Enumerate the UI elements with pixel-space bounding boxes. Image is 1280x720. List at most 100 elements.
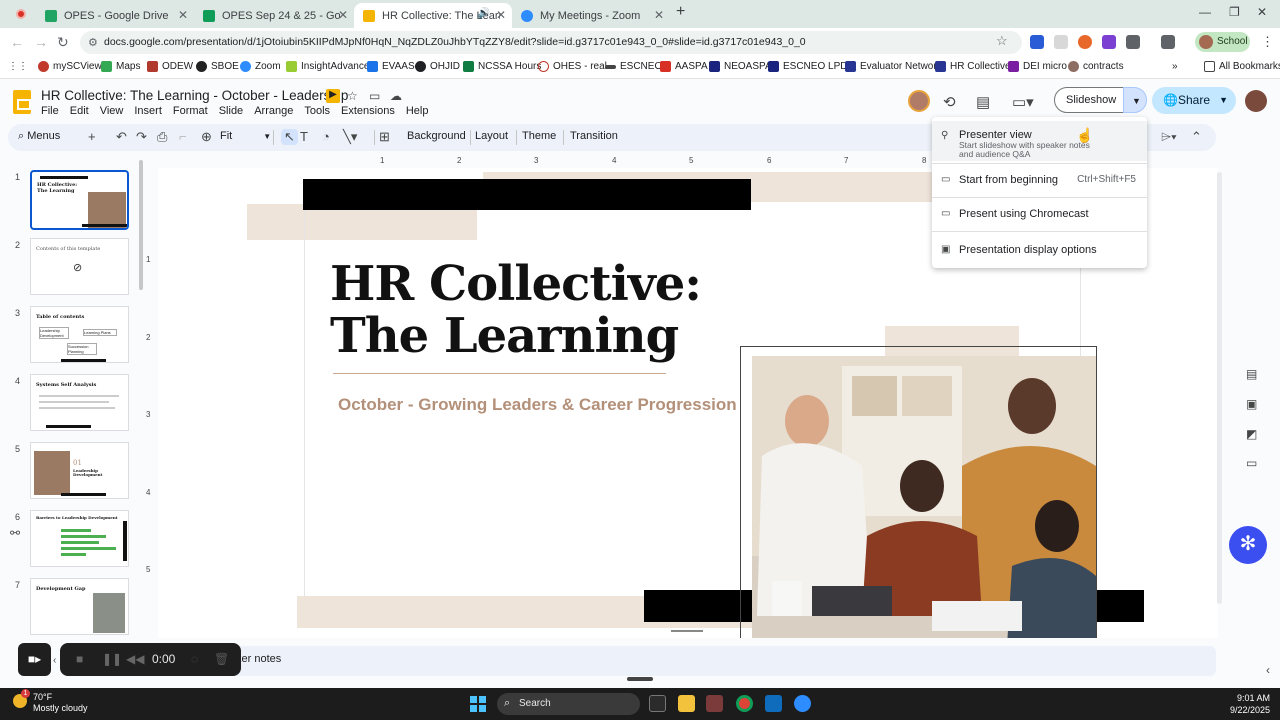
menu-slide[interactable]: Slide [219,105,243,117]
calendar-icon[interactable]: ▤ [1246,367,1257,381]
slide-thumbnail[interactable]: HR Collective: The Learning [30,170,129,230]
theme-button[interactable]: Theme [522,130,556,142]
bookmark-item[interactable]: Maps [101,61,140,72]
cloud-status-icon[interactable]: ☁ [390,89,402,103]
black-bar[interactable] [303,179,751,210]
slide-thumbnail[interactable]: Barriers to Leadership Development [30,510,129,567]
menu-kebab-icon[interactable]: ⋮ [1261,34,1274,50]
close-tab-icon[interactable]: ✕ [338,8,348,22]
cast-icon[interactable] [1161,35,1175,49]
taskbar-search[interactable]: ⌕ Search [497,693,640,715]
site-info-icon[interactable]: ⚙ [88,36,98,49]
image-icon[interactable]: ◔ [322,129,330,144]
bookmark-item[interactable]: mySCView [38,61,102,72]
collapse-recorder-icon[interactable]: ‹ [53,655,56,666]
windows-start-icon[interactable] [470,696,486,712]
tab-zoom[interactable]: My Meetings - Zoom ✕ [512,3,670,28]
extension-icon[interactable] [1030,35,1044,49]
bookmark-item[interactable]: NCSSA Hours [463,61,541,72]
collapse-side-panel-icon[interactable]: ‹ [1266,663,1270,677]
audio-icon[interactable]: 🔊 [478,8,490,19]
tasks-icon[interactable]: ◩ [1246,427,1257,441]
comment-add-icon[interactable]: ⊞ [379,129,390,145]
bookmark-star-icon[interactable]: ☆ [996,33,1008,49]
menu-format[interactable]: Format [173,105,208,117]
slide-resize-handle[interactable] [671,630,703,632]
bookmark-item[interactable]: contracts [1068,61,1124,72]
bookmarks-overflow-icon[interactable]: » [1172,61,1178,72]
slides-badge-icon[interactable]: ▶ [326,89,340,103]
slideshow-button[interactable]: Slideshow [1054,87,1124,113]
slide-thumbnail[interactable]: Table of contents Leadership Development… [30,306,129,363]
extension-icon[interactable] [1054,35,1068,49]
start-from-beginning-item[interactable]: ▭ Start from beginning Ctrl+Shift+F5 [932,165,1147,195]
zoom-select[interactable]: Fit ▼ [220,130,271,142]
slide-subtitle[interactable]: October - Growing Leaders & Career Progr… [338,395,737,415]
close-tab-icon[interactable]: ✕ [654,8,664,22]
bookmark-item[interactable]: NEOASPA [709,61,772,72]
layout-button[interactable]: Layout [475,130,508,142]
delete-icon[interactable]: 🗑 [214,652,229,666]
close-window-icon[interactable]: ✕ [1257,5,1267,19]
link-icon[interactable]: ⚯ [10,526,20,540]
select-cursor-icon[interactable]: ↖ [281,129,298,145]
background-button[interactable]: Background [407,130,466,142]
collapse-toolbar-icon[interactable]: ⌃ [1191,129,1202,145]
notes-resize-handle[interactable] [627,677,653,681]
slide-thumbnail[interactable]: Systems Self Analysis [30,374,129,431]
puzzle-icon[interactable] [1126,35,1140,49]
apps-icon[interactable]: ⋮⋮ [8,61,28,72]
slideshow-dropdown-button[interactable]: ▼ [1123,87,1147,113]
slides-logo-icon[interactable] [13,90,31,114]
line-icon[interactable]: ╲▾ [343,129,357,145]
profile-button[interactable]: School [1195,32,1250,52]
forward-icon[interactable]: → [34,34,48,50]
menu-view[interactable]: View [100,105,124,117]
close-tab-icon[interactable]: ✕ [496,8,506,22]
new-tab-button[interactable]: + [676,3,685,21]
bookmark-item[interactable]: SBOE [196,61,239,72]
minimize-icon[interactable]: — [1199,5,1211,19]
menu-tools[interactable]: Tools [304,105,330,117]
slide-thumbnail[interactable]: Contents of this template ⊘ [30,238,129,295]
chevron-down-icon[interactable]: ▼ [1219,95,1228,105]
bookmark-item[interactable]: ESCNEO LPDC [768,61,855,72]
close-tab-icon[interactable]: ✕ [178,8,188,22]
folder-icon[interactable]: ▭ [1246,456,1257,470]
menu-file[interactable]: File [41,105,59,117]
rewind-icon[interactable]: ◀◀ [126,652,144,666]
menu-edit[interactable]: Edit [70,105,89,117]
outlook-icon[interactable] [765,695,782,712]
chrome-icon[interactable] [736,695,753,712]
restart-icon[interactable]: ◌ [191,652,198,666]
snipping-tool-icon[interactable] [706,695,723,712]
zoom-icon[interactable]: ⊕ [201,129,212,145]
presentation-display-options-item[interactable]: ▣ Presentation display options [932,235,1147,265]
bookmark-item[interactable]: Evaluator Network [845,61,942,72]
speaker-notes[interactable]: ker notes [150,646,1216,676]
filmstrip-scrollbar[interactable] [139,160,143,290]
tab-sheets[interactable]: OPES Sep 24 & 25 - Google Sh ✕ [194,3,354,28]
camera-icon[interactable]: ■▸ [18,643,51,676]
pause-icon[interactable]: ❚❚ [102,652,122,666]
zoom-app-icon[interactable] [794,695,811,712]
collaborator-avatar[interactable] [908,90,930,112]
bookmark-item[interactable]: OHJID [415,61,460,72]
move-folder-icon[interactable]: ▭ [369,89,380,103]
tab-slides-active[interactable]: HR Collective: The Learning 🔊 ✕ [354,3,512,28]
bookmark-item[interactable]: EVAAS [367,61,415,72]
system-clock[interactable]: 9:01 AM 9/22/2025 [1200,692,1270,716]
history-icon[interactable]: ⟲ [943,93,956,111]
all-bookmarks[interactable]: All Bookmarks [1204,61,1280,72]
menu-extensions[interactable]: Extensions [341,105,395,117]
bookmark-item[interactable]: ODEW [147,61,193,72]
comment-icon[interactable]: ▤ [976,93,990,111]
present-chromecast-item[interactable]: ▭ Present using Chromecast [932,199,1147,229]
document-title[interactable]: HR Collective: The Learning - October - … [41,88,348,103]
menu-insert[interactable]: Insert [134,105,162,117]
restore-icon[interactable]: ❐ [1229,5,1240,19]
keep-icon[interactable]: ▣ [1246,397,1257,411]
menu-help[interactable]: Help [406,105,429,117]
extension-icon[interactable] [1102,35,1116,49]
slide-thumbnail[interactable]: Development Gap [30,578,129,635]
